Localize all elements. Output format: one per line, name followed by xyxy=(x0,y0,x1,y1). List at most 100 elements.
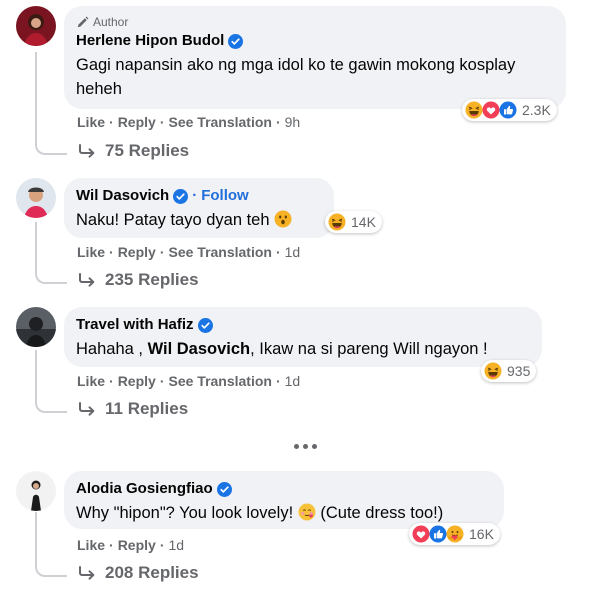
pencil-icon xyxy=(77,16,89,27)
view-replies-button[interactable]: 11 Replies xyxy=(77,399,188,419)
separator: · xyxy=(192,187,198,204)
care-reaction-icon xyxy=(446,525,464,543)
comment-bubble: Alodia Gosiengfiao Why "hipon"? You look… xyxy=(64,471,504,529)
separator: · xyxy=(275,114,281,130)
reply-arrow-icon xyxy=(77,143,97,159)
reaction-summary[interactable]: 935 xyxy=(481,360,537,382)
replies-count: 75 Replies xyxy=(105,141,190,160)
love-reaction-icon xyxy=(482,101,500,119)
separator: · xyxy=(109,373,114,389)
separator: · xyxy=(275,373,281,389)
reply-arrow-icon xyxy=(77,565,97,581)
comment-text-before: Hahaha , xyxy=(76,340,148,358)
haha-reaction-icon xyxy=(465,101,483,119)
reply-arrow-icon xyxy=(77,272,97,288)
avatar[interactable] xyxy=(16,6,56,46)
like-reaction-icon xyxy=(499,101,517,119)
reply-link[interactable]: Reply xyxy=(118,244,156,260)
verified-badge-icon xyxy=(173,189,188,204)
reaction-summary[interactable]: 14K xyxy=(325,211,382,233)
thread-branch xyxy=(35,268,67,284)
comment-text-after: (Cute dress too!) xyxy=(320,504,444,522)
comment-text: Gagi napansin ako ng mga idol ko te gawi… xyxy=(76,56,516,98)
haha-reaction-icon xyxy=(484,362,502,380)
comment-text: Naku! Patay tayo dyan teh xyxy=(76,208,322,232)
reply-link[interactable]: Reply xyxy=(118,373,156,389)
thread-branch xyxy=(35,561,67,577)
timestamp[interactable]: 1d xyxy=(285,244,301,260)
reply-link[interactable]: Reply xyxy=(118,114,156,130)
avatar[interactable] xyxy=(16,471,56,511)
commenter-name[interactable]: Herlene Hipon Budol xyxy=(76,31,224,51)
comment-text: Hahaha , Wil Dasovich, Ikaw na si pareng… xyxy=(76,337,530,361)
see-translation-link[interactable]: See Translation xyxy=(168,373,271,389)
separator: · xyxy=(109,537,114,553)
comment-text-before: Why "hipon"? You look lovely! xyxy=(76,504,294,522)
thread-line xyxy=(35,350,37,398)
view-replies-button[interactable]: 235 Replies xyxy=(77,270,199,290)
avatar[interactable] xyxy=(16,307,56,347)
replies-count: 208 Replies xyxy=(105,563,199,582)
separator: · xyxy=(159,114,165,130)
timestamp[interactable]: 9h xyxy=(285,114,301,130)
commenter-name[interactable]: Wil Dasovich xyxy=(76,186,169,206)
more-dot xyxy=(312,444,317,449)
reaction-summary[interactable]: 2.3K xyxy=(462,99,557,121)
comment-bubble: Author Herlene Hipon Budol Gagi napansin… xyxy=(64,6,566,109)
commenter-name[interactable]: Alodia Gosiengfiao xyxy=(76,479,213,499)
timestamp[interactable]: 1d xyxy=(168,537,184,553)
verified-badge-icon xyxy=(228,34,243,49)
more-comments-button[interactable] xyxy=(294,444,318,452)
thread-line xyxy=(35,222,37,269)
more-dot xyxy=(294,444,299,449)
comment-actions: Like · Reply · See Translation · 1d xyxy=(77,244,300,260)
comment-text-after: , Ikaw na si pareng Will ngayon ! xyxy=(250,340,488,358)
thread-branch xyxy=(35,139,67,155)
thread-line xyxy=(35,52,37,140)
separator: · xyxy=(159,244,165,260)
follow-button[interactable]: Follow xyxy=(201,186,249,206)
reaction-summary[interactable]: 16K xyxy=(409,523,500,545)
avatar[interactable] xyxy=(16,178,56,218)
author-badge-label: Author xyxy=(93,15,129,29)
comment-text: Why "hipon"? You look lovely! (Cute dres… xyxy=(76,501,492,525)
commenter-name[interactable]: Travel with Hafiz xyxy=(76,315,194,335)
verified-badge-icon xyxy=(198,318,213,333)
comment-bubble: Travel with Hafiz Hahaha , Wil Dasovich,… xyxy=(64,307,542,367)
wow-emoji-icon xyxy=(274,210,292,228)
like-link[interactable]: Like xyxy=(77,114,105,130)
love-reaction-icon xyxy=(412,525,430,543)
like-link[interactable]: Like xyxy=(77,244,105,260)
author-badge: Author xyxy=(76,14,554,30)
separator: · xyxy=(275,244,281,260)
view-replies-button[interactable]: 75 Replies xyxy=(77,141,189,161)
reaction-count: 14K xyxy=(351,214,376,230)
timestamp[interactable]: 1d xyxy=(285,373,301,389)
like-reaction-icon xyxy=(429,525,447,543)
comment-bubble: Wil Dasovich · Follow Naku! Patay tayo d… xyxy=(64,178,334,238)
comment-actions: Like · Reply · See Translation · 1d xyxy=(77,373,300,389)
mention-link[interactable]: Wil Dasovich xyxy=(148,340,251,358)
reaction-count: 935 xyxy=(507,363,531,379)
comment-actions: Like · Reply · See Translation · 9h xyxy=(77,114,300,130)
smiling-hearts-emoji-icon xyxy=(298,503,316,521)
haha-reaction-icon xyxy=(328,213,346,231)
separator: · xyxy=(109,244,114,260)
separator: · xyxy=(109,114,114,130)
replies-count: 235 Replies xyxy=(105,270,199,289)
replies-count: 11 Replies xyxy=(105,399,189,418)
verified-badge-icon xyxy=(217,482,232,497)
reaction-count: 2.3K xyxy=(522,102,551,118)
reaction-count: 16K xyxy=(469,526,494,542)
more-dot xyxy=(303,444,308,449)
thread-branch xyxy=(35,397,67,413)
see-translation-link[interactable]: See Translation xyxy=(168,114,271,130)
like-link[interactable]: Like xyxy=(77,373,105,389)
view-replies-button[interactable]: 208 Replies xyxy=(77,563,199,583)
see-translation-link[interactable]: See Translation xyxy=(168,244,271,260)
like-link[interactable]: Like xyxy=(77,537,105,553)
separator: · xyxy=(159,537,165,553)
reply-arrow-icon xyxy=(77,401,97,417)
reply-link[interactable]: Reply xyxy=(118,537,156,553)
comment-text-content: Naku! Patay tayo dyan teh xyxy=(76,211,270,229)
